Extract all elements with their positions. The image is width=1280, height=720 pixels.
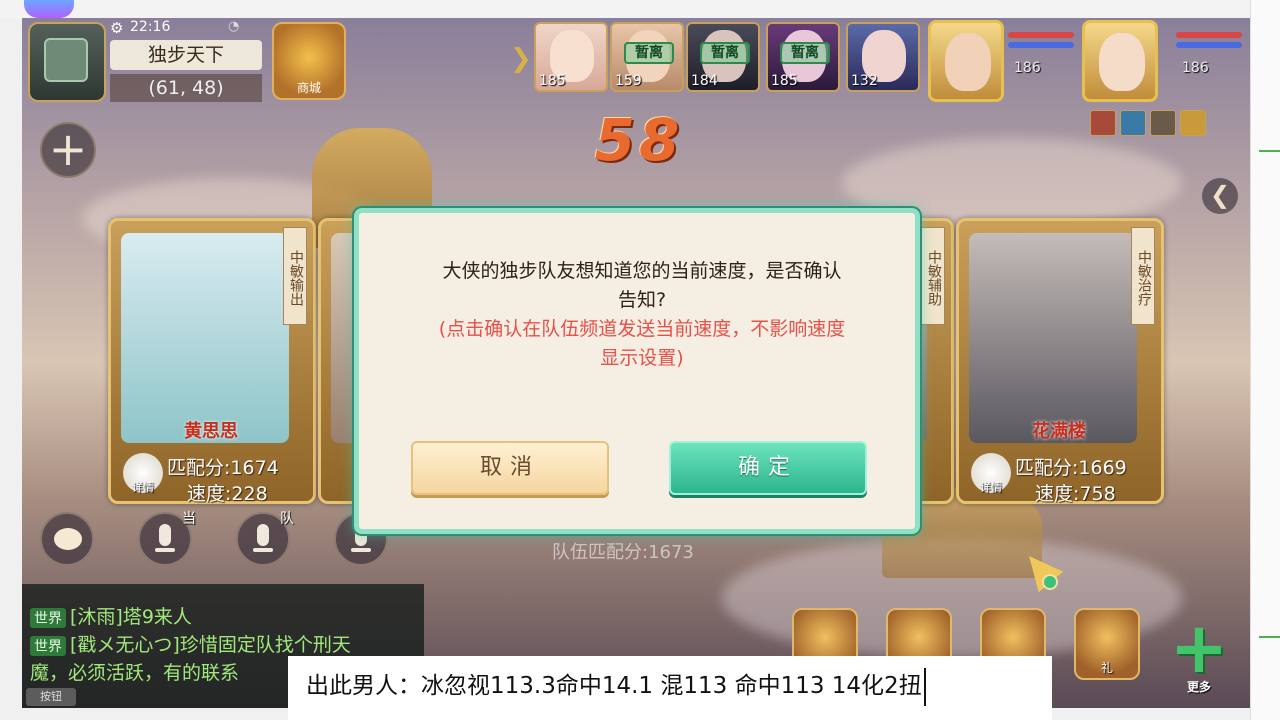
more-plus-icon[interactable]: + 更多	[1168, 613, 1230, 694]
hero-name: 花满楼	[1032, 421, 1086, 442]
chat-bubble-icon	[54, 528, 82, 550]
buff-icon	[1180, 110, 1206, 136]
chat-text: [沐雨]塔9来人	[70, 606, 192, 628]
hero-score: 匹配分:1674	[167, 457, 279, 479]
away-badge: 暂离	[780, 42, 830, 64]
leader-face	[945, 33, 991, 91]
leader-portrait-1[interactable]	[928, 20, 1004, 102]
chevron-left-icon[interactable]: ❮	[1202, 178, 1238, 214]
detail-button[interactable]: 详情	[971, 453, 1011, 494]
chat-toggle-button[interactable]	[40, 512, 94, 566]
map-coordinates: (61, 48)	[110, 74, 262, 102]
map-name[interactable]: 独步天下	[110, 40, 262, 70]
wifi-icon: ◔	[228, 19, 240, 34]
detail-label: 详情	[980, 481, 1002, 494]
gift-label: 礼	[1100, 661, 1113, 675]
leader-face	[1099, 33, 1145, 91]
away-badge: 暂离	[700, 42, 750, 64]
shop-label: 商城	[296, 81, 321, 95]
leader-level: 186	[1182, 60, 1209, 76]
team-total-score: 队伍匹配分:1673	[552, 542, 694, 563]
quest-scroll-button[interactable]	[28, 22, 106, 102]
panel-divider	[1259, 636, 1280, 638]
voice-team-button[interactable]: 队	[236, 511, 294, 566]
panel-divider	[1259, 150, 1280, 152]
member-level: 185	[771, 73, 798, 89]
speed-share-dialog: 大侠的独步队友想知道您的当前速度，是否确认告知? (点击确认在队伍频道发送当前速…	[354, 208, 920, 534]
voice-channel-label: 当	[182, 511, 196, 527]
status-bar: ⚙ 22:16 ◔	[110, 18, 260, 38]
member-level: 132	[851, 73, 878, 89]
mic-icon	[257, 524, 269, 546]
dialog-note: (点击确认在队伍频道发送当前速度，不影响速度显示设置)	[438, 318, 846, 369]
hero-role: 中敏治疗	[1131, 227, 1155, 325]
detail-button[interactable]: 详情	[123, 453, 163, 494]
party-member-3[interactable]: 暂离 184	[686, 22, 760, 92]
app-logo	[24, 0, 74, 18]
member-level: 185	[539, 73, 566, 89]
hero-card-1[interactable]: 中敏输出 黄思思 详情 匹配分:1674 速度:228	[108, 218, 316, 505]
chat-line: 魔，必须活跃，有的联系	[30, 658, 239, 685]
gift-bag-icon[interactable]: 礼	[1074, 608, 1140, 680]
party-member-1[interactable]: 185	[534, 22, 608, 92]
hero-name: 黄思思	[184, 421, 238, 442]
countdown-timer: 58	[594, 106, 684, 174]
hero-score: 匹配分:1669	[1015, 457, 1127, 479]
leader-portrait-2[interactable]	[1082, 20, 1158, 102]
hero-speed: 速度:758	[1035, 483, 1116, 505]
chat-expand-button[interactable]: 按钮	[26, 688, 76, 706]
hero-role: 中敏辅助	[921, 227, 945, 325]
hero-role: 中敏输出	[283, 227, 307, 325]
more-label: 更多	[1186, 680, 1211, 694]
text-caret	[923, 667, 926, 706]
buff-icon	[1150, 110, 1176, 136]
chat-line: 世界 [戳メ无心つ]珍惜固定队找个刑天	[30, 630, 351, 657]
chat-text: [戳メ无心つ]珍惜固定队找个刑天	[70, 634, 351, 656]
hero-art	[121, 233, 289, 443]
chat-text: 魔，必须活跃，有的联系	[30, 662, 240, 684]
shop-icon[interactable]: 商城	[272, 22, 346, 100]
chat-line: 世界 [沐雨]塔9来人	[30, 602, 192, 629]
member-level: 159	[615, 73, 642, 89]
expand-plus-button[interactable]: +	[40, 122, 96, 178]
party-member-5[interactable]: 132	[846, 22, 920, 92]
voice-channel-label: 队	[280, 511, 294, 527]
subtitle-text: 出此男人：冰忽视113.3命中14.1 混113 命中113 14化2扭	[306, 673, 922, 699]
dialog-message: 大侠的独步队友想知道您的当前速度，是否确认告知?	[442, 260, 842, 311]
hero-art	[969, 233, 1137, 443]
confirm-button[interactable]: 确定	[669, 441, 867, 495]
mic-base	[155, 548, 175, 552]
cursor-gem	[1042, 574, 1058, 590]
hero-card-4[interactable]: 中敏治疗 花满楼 详情 匹配分:1669 速度:758	[956, 218, 1164, 505]
mp-bar	[1176, 42, 1242, 48]
chevron-right-icon[interactable]: ❯	[510, 44, 534, 74]
mic-icon	[159, 524, 171, 546]
mp-bar	[1008, 42, 1074, 48]
party-member-4[interactable]: 暂离 185	[766, 22, 840, 92]
buff-icon	[1120, 110, 1146, 136]
chat-channel: 世界	[30, 636, 66, 656]
chat-channel: 世界	[30, 608, 66, 628]
party-member-2[interactable]: 暂离 159	[610, 22, 684, 92]
stream-subtitle: 出此男人：冰忽视113.3命中14.1 混113 命中113 14化2扭	[288, 656, 1052, 720]
hp-bar	[1008, 32, 1074, 38]
clock-time: 22:16	[130, 19, 171, 35]
hero-speed: 速度:228	[187, 483, 268, 505]
away-badge: 暂离	[624, 42, 674, 64]
gear-icon[interactable]: ⚙	[110, 19, 123, 37]
buff-icon	[1090, 110, 1116, 136]
cancel-button[interactable]: 取消	[411, 441, 609, 495]
voice-current-button[interactable]: 当	[138, 511, 196, 566]
leader-level: 186	[1014, 60, 1041, 76]
screen: ⚙ 22:16 ◔ 独步天下 (61, 48) 商城 + 58 ❯ 185 暂离…	[0, 0, 1280, 720]
game-viewport: ⚙ 22:16 ◔ 独步天下 (61, 48) 商城 + 58 ❯ 185 暂离…	[22, 18, 1250, 708]
mic-base	[253, 548, 273, 552]
scroll-icon	[44, 38, 88, 82]
hp-bar	[1176, 32, 1242, 38]
member-level: 184	[691, 73, 718, 89]
window-side-panel	[1250, 0, 1280, 720]
detail-label: 详情	[132, 481, 154, 494]
window-titlebar	[0, 0, 1280, 18]
mic-base	[351, 548, 371, 552]
